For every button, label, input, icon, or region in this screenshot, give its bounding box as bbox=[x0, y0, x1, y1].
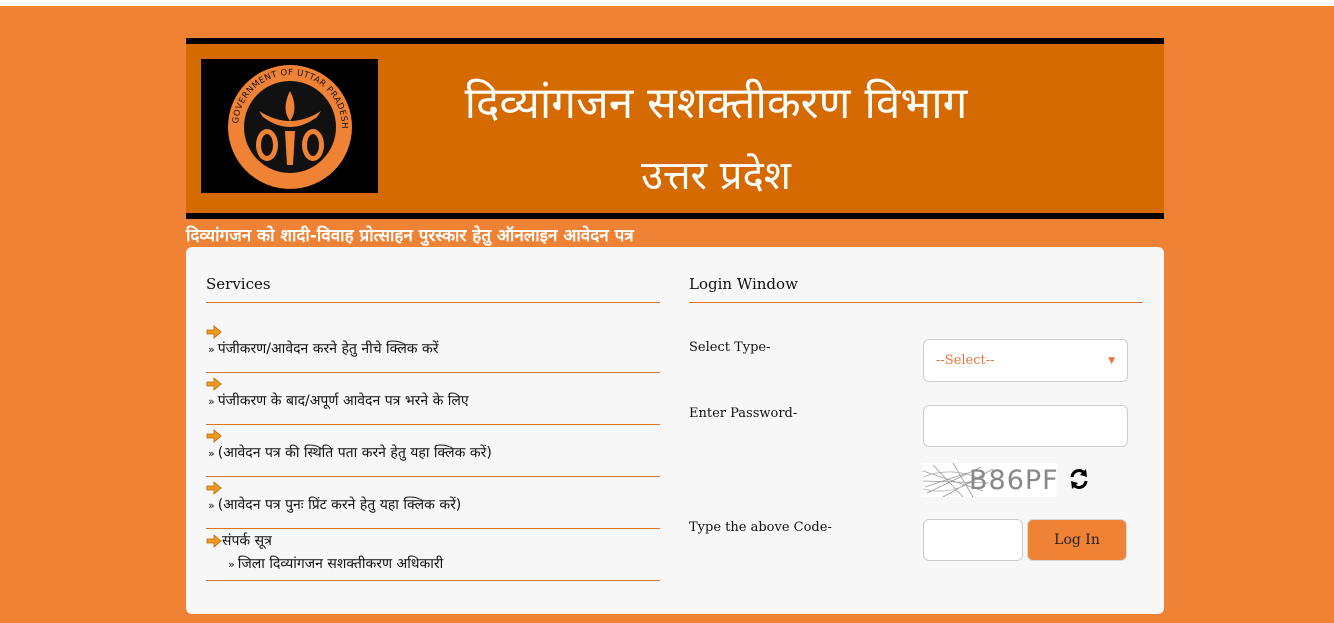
password-label: Enter Password- bbox=[689, 406, 798, 421]
header-banner: GOVERNMENT OF UTTAR PRADESH दिव्यांगजन स… bbox=[186, 38, 1164, 219]
refresh-captcha-icon[interactable] bbox=[1067, 467, 1091, 491]
page-heading: दिव्यांगजन को शादी-विवाह प्रोत्साहन पुरस… bbox=[186, 226, 634, 246]
continue-application-link[interactable]: » पंजीकरण के बाद/अपूर्ण आवेदन पत्र भरने क… bbox=[206, 391, 660, 410]
arrow-right-icon bbox=[206, 377, 222, 391]
main-panel: Services » पंजीकरण/आवेदन करने हेतु नीचे क… bbox=[186, 247, 1164, 614]
select-type-value: --Select-- bbox=[936, 353, 995, 368]
login-title: Login Window bbox=[689, 275, 1143, 303]
arrow-right-icon bbox=[206, 429, 222, 443]
captcha-code: B86PF bbox=[969, 465, 1057, 496]
service-item-register: » पंजीकरण/आवेदन करने हेतु नीचे क्लिक करें bbox=[206, 325, 660, 373]
captcha-code-label: Type the above Code- bbox=[689, 520, 832, 535]
login-button[interactable]: Log In bbox=[1027, 519, 1127, 561]
application-status-link[interactable]: » (आवेदन पत्र की स्थिति पता करने हेतु यहा… bbox=[206, 443, 660, 462]
arrow-right-icon bbox=[206, 481, 222, 495]
caret-down-icon: ▼ bbox=[1108, 355, 1115, 366]
contact-section: संपर्क सूत्र » जिला दिव्यांगजन सशक्तीकरण … bbox=[206, 531, 660, 581]
services-title: Services bbox=[206, 275, 660, 303]
arrow-right-icon bbox=[206, 325, 222, 339]
reprint-application-link[interactable]: » (आवेदन पत्र पुनः प्रिंट करने हेतु यहा क… bbox=[206, 495, 660, 514]
select-type-dropdown[interactable]: --Select-- ▼ bbox=[923, 339, 1128, 382]
service-item-status: » (आवेदन पत्र की स्थिति पता करने हेतु यहा… bbox=[206, 429, 660, 477]
register-link[interactable]: » पंजीकरण/आवेदन करने हेतु नीचे क्लिक करें bbox=[206, 339, 660, 358]
password-input[interactable] bbox=[923, 405, 1128, 447]
select-type-label: Select Type- bbox=[689, 340, 771, 355]
service-item-reprint: » (आवेदन पत्र पुनः प्रिंट करने हेतु यहा क… bbox=[206, 481, 660, 529]
top-strip bbox=[0, 0, 1334, 6]
service-item-continue-application: » पंजीकरण के बाद/अपूर्ण आवेदन पत्र भरने क… bbox=[206, 377, 660, 425]
contact-heading: संपर्क सूत्र bbox=[222, 533, 272, 549]
department-title: दिव्यांगजन सशक्तीकरण विभाग bbox=[464, 78, 968, 129]
arrow-right-icon bbox=[206, 533, 222, 548]
captcha-code-input[interactable] bbox=[923, 519, 1023, 561]
contact-heading-row: संपर्क सूत्र bbox=[206, 531, 660, 550]
captcha-image: B86PF bbox=[923, 463, 1057, 497]
district-officer-link[interactable]: » जिला दिव्यांगजन सशक्तीकरण अधिकारी bbox=[206, 554, 660, 573]
up-government-emblem: GOVERNMENT OF UTTAR PRADESH bbox=[201, 59, 378, 193]
state-title: उत्तर प्रदेश bbox=[641, 153, 791, 199]
